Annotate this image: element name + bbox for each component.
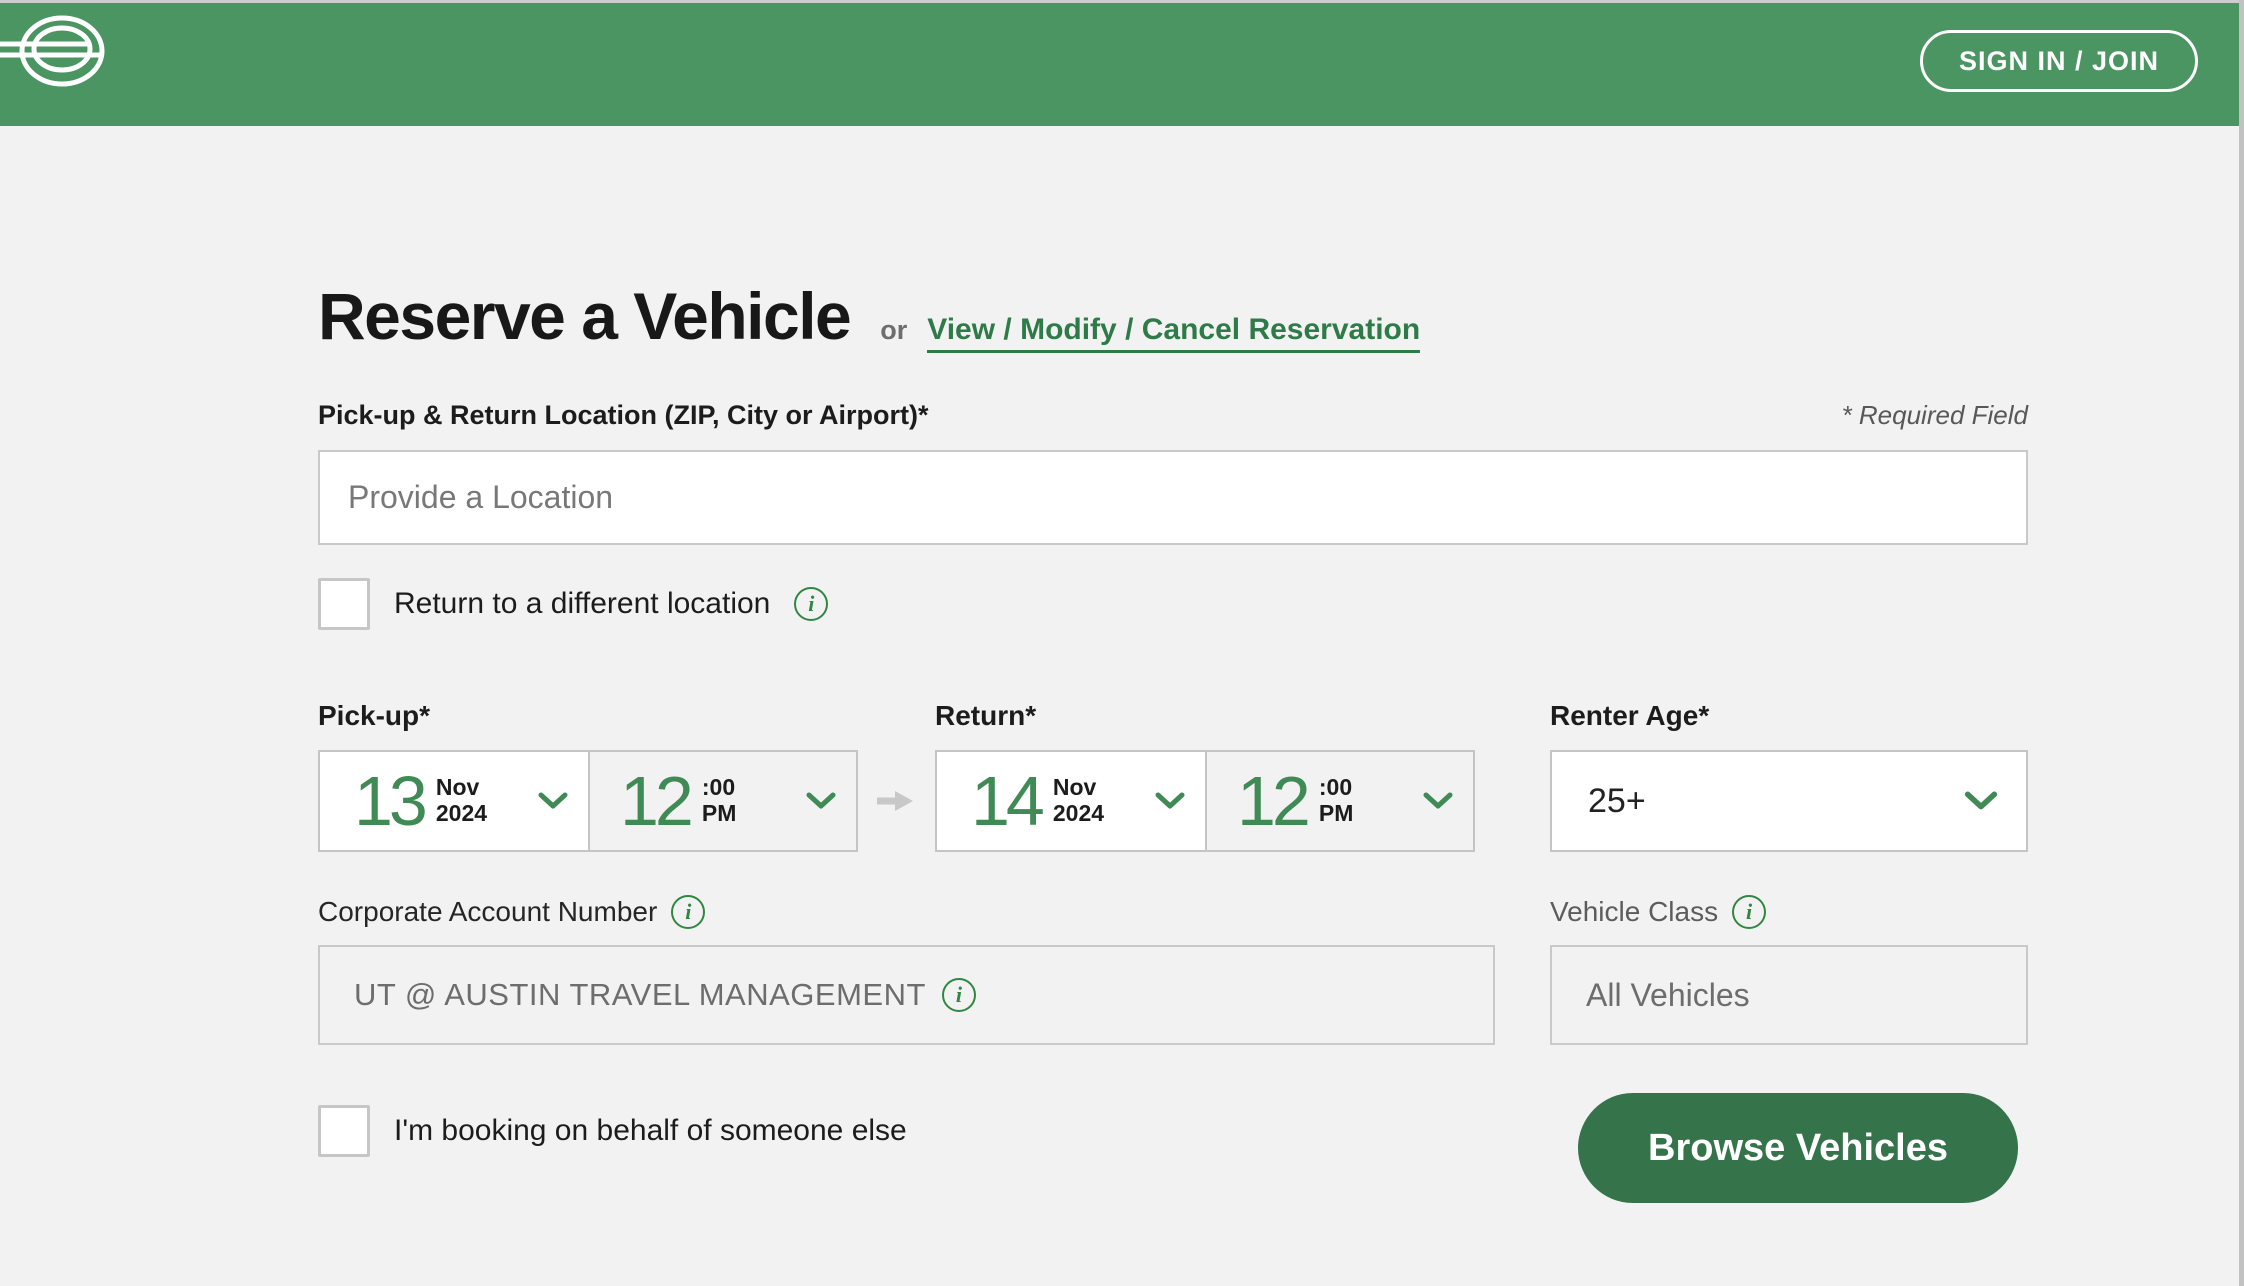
- renter-age-label: Renter Age*: [1550, 700, 1709, 732]
- chevron-down-icon: [1155, 792, 1185, 810]
- return-hour: 12: [1237, 770, 1307, 833]
- different-location-row: Return to a different location i: [318, 578, 828, 630]
- return-datetime-control: 14 Nov 2024 12 :00 PM: [935, 750, 1475, 852]
- or-text: or: [880, 315, 907, 346]
- corporate-account-field[interactable]: UT @ AUSTIN TRAVEL MANAGEMENT i: [318, 945, 1495, 1045]
- return-time-select[interactable]: 12 :00 PM: [1205, 752, 1473, 850]
- corporate-account-label: Corporate Account Number: [318, 896, 657, 928]
- info-glyph: i: [685, 901, 691, 923]
- different-location-checkbox[interactable]: [318, 578, 370, 630]
- scrollbar-track[interactable]: [2239, 0, 2244, 1286]
- pickup-meridiem: PM: [702, 801, 737, 827]
- renter-age-value: 25+: [1588, 782, 1646, 821]
- info-glyph: i: [956, 984, 962, 1006]
- chevron-down-icon: [1423, 792, 1453, 810]
- behalf-label: I'm booking on behalf of someone else: [394, 1114, 907, 1148]
- behalf-row: I'm booking on behalf of someone else: [318, 1105, 907, 1157]
- corporate-account-value: UT @ AUSTIN TRAVEL MANAGEMENT: [354, 977, 926, 1013]
- return-meridiem: PM: [1319, 801, 1354, 827]
- return-date-select[interactable]: 14 Nov 2024: [937, 752, 1205, 850]
- window-top-edge: [0, 0, 2244, 3]
- pickup-date-select[interactable]: 13 Nov 2024: [320, 752, 588, 850]
- different-location-label: Return to a different location: [394, 587, 770, 621]
- info-icon[interactable]: i: [942, 978, 976, 1012]
- view-modify-cancel-link[interactable]: View / Modify / Cancel Reservation: [927, 313, 1420, 353]
- vehicle-class-label: Vehicle Class: [1550, 896, 1718, 928]
- return-year: 2024: [1053, 801, 1104, 827]
- chevron-down-icon: [1964, 791, 1998, 811]
- page-title: Reserve a Vehicle: [318, 283, 850, 349]
- pickup-label: Pick-up*: [318, 700, 430, 732]
- info-icon[interactable]: i: [794, 587, 828, 621]
- return-month: Nov: [1053, 775, 1104, 801]
- pickup-datetime-control: 13 Nov 2024 12 :00 PM: [318, 750, 858, 852]
- renter-age-select[interactable]: 25+: [1550, 750, 2028, 852]
- sign-in-join-button[interactable]: SIGN IN / JOIN: [1920, 30, 2198, 92]
- info-glyph: i: [808, 593, 814, 615]
- chevron-down-icon: [538, 792, 568, 810]
- info-icon[interactable]: i: [671, 895, 705, 929]
- location-label-row: Pick-up & Return Location (ZIP, City or …: [318, 400, 2028, 431]
- pickup-hour: 12: [620, 770, 690, 833]
- info-glyph: i: [1746, 901, 1752, 923]
- required-field-note: * Required Field: [1842, 400, 2028, 431]
- pickup-day: 13: [354, 770, 424, 833]
- location-input[interactable]: [318, 450, 2028, 545]
- behalf-checkbox[interactable]: [318, 1105, 370, 1157]
- pickup-time-select[interactable]: 12 :00 PM: [588, 752, 856, 850]
- title-row: Reserve a Vehicle or View / Modify / Can…: [318, 283, 1420, 353]
- vehicle-class-select[interactable]: All Vehicles: [1550, 945, 2028, 1045]
- header: SIGN IN / JOIN: [0, 0, 2244, 126]
- info-icon[interactable]: i: [1732, 895, 1766, 929]
- browse-vehicles-button[interactable]: Browse Vehicles: [1578, 1093, 2018, 1203]
- vehicle-class-label-row: Vehicle Class i: [1550, 895, 1766, 929]
- pickup-month: Nov: [436, 775, 487, 801]
- page: SIGN IN / JOIN Reserve a Vehicle or View…: [0, 0, 2244, 1286]
- corporate-label-row: Corporate Account Number i: [318, 895, 705, 929]
- pickup-minute: :00: [702, 775, 737, 801]
- location-label: Pick-up & Return Location (ZIP, City or …: [318, 400, 929, 431]
- vehicle-class-value: All Vehicles: [1586, 977, 1750, 1014]
- return-day: 14: [971, 770, 1041, 833]
- enterprise-logo-icon[interactable]: [0, 8, 116, 116]
- chevron-down-icon: [806, 792, 836, 810]
- arrow-right-icon: [877, 790, 915, 812]
- return-minute: :00: [1319, 775, 1354, 801]
- pickup-year: 2024: [436, 801, 487, 827]
- return-label: Return*: [935, 700, 1036, 732]
